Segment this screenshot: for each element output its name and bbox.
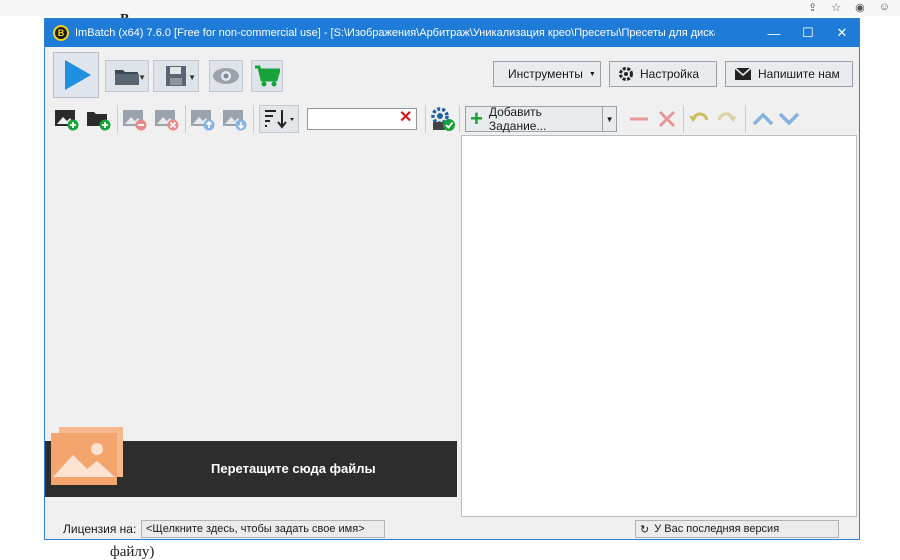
document-text-bottom: файлу) (110, 544, 155, 560)
chevron-up-icon (752, 112, 774, 126)
tools-label: Инструменты (508, 67, 583, 81)
star-icon[interactable]: ☆ (831, 1, 841, 14)
profile-icon[interactable]: ☺ (879, 1, 890, 13)
add-images-button[interactable] (53, 105, 81, 133)
image-down-icon (223, 110, 247, 131)
add-task-button[interactable]: + Добавить Задание... ▼ (465, 105, 617, 133)
version-status: ↻ У Вас последняя версия (635, 520, 839, 538)
eye-icon (213, 68, 239, 84)
move-up-image-button[interactable] (189, 105, 217, 133)
add-task-label: Добавить Задание... (488, 105, 547, 133)
minimize-button[interactable]: — (757, 19, 791, 47)
refresh-icon: ↻ (640, 523, 650, 536)
window-controls: — ☐ ✕ (757, 19, 859, 47)
status-bar: Лицензия на: <Щелкните здесь, чтобы зада… (45, 519, 859, 539)
cart-icon (255, 65, 280, 87)
chevron-down-icon (778, 112, 800, 126)
move-task-down-button[interactable] (775, 105, 803, 133)
close-button[interactable]: ✕ (825, 19, 859, 47)
window-title: ImBatch (x64) 7.6.0 [Free for non-commer… (75, 27, 715, 39)
main-toolbar: ▼ ▼ Инструменты ▼ Настройка Напишите нам (45, 47, 859, 101)
maximize-button[interactable]: ☐ (791, 19, 825, 47)
clear-filter-icon[interactable]: ✕ (399, 109, 412, 127)
sort-icon (265, 110, 294, 129)
clear-images-button[interactable] (153, 105, 181, 133)
remove-image-button[interactable] (121, 105, 149, 133)
add-image-icon (55, 110, 79, 131)
move-down-image-button[interactable] (221, 105, 249, 133)
app-icon: B (53, 25, 69, 41)
toolbar-separator (683, 105, 684, 133)
cart-button[interactable] (251, 60, 283, 92)
title-bar: B ImBatch (x64) 7.6.0 [Free for non-comm… (45, 19, 859, 47)
envelope-icon (734, 67, 752, 80)
extension-icon[interactable]: ◉ (855, 1, 865, 14)
file-list-panel[interactable]: Перетащите сюда файлы (45, 135, 457, 515)
process-settings-button[interactable] (429, 105, 457, 133)
contact-button[interactable]: Напишите нам (725, 61, 853, 87)
toolbar-separator (185, 105, 186, 133)
task-list-panel[interactable] (461, 135, 857, 517)
folder-icon (115, 70, 139, 85)
image-up-icon (191, 110, 215, 131)
files-toolbar: ✕ + Добавить Задание... ▼ (45, 101, 859, 135)
save-icon (166, 66, 186, 86)
license-name-field[interactable]: <Щелкните здесь, чтобы задать свое имя> (141, 520, 385, 538)
image-placeholder-icon (51, 427, 127, 488)
preview-button[interactable] (209, 60, 243, 92)
contact-label: Напишите нам (758, 67, 840, 81)
undo-icon (689, 112, 709, 122)
undo-button[interactable] (685, 105, 713, 133)
run-button[interactable] (53, 52, 99, 98)
plus-icon: + (470, 106, 483, 131)
redo-button[interactable] (713, 105, 741, 133)
license-label: Лицензия на: (63, 522, 137, 536)
toolbar-separator (253, 105, 254, 133)
open-caret-icon[interactable]: ▼ (138, 73, 146, 82)
drop-zone[interactable]: Перетащите сюда файлы (45, 427, 457, 497)
tools-caret-icon: ▼ (588, 70, 596, 78)
gear-icon (619, 67, 633, 81)
save-caret-icon[interactable]: ▼ (188, 73, 196, 82)
toolbar-separator (425, 105, 426, 133)
add-folder-button[interactable] (85, 105, 113, 133)
imbatch-window: B ImBatch (x64) 7.6.0 [Free for non-comm… (44, 18, 860, 540)
settings-check-icon (431, 107, 455, 131)
sort-button[interactable] (259, 105, 299, 133)
app-icon-letter: B (57, 28, 65, 38)
play-icon (65, 60, 91, 90)
minus-icon (630, 117, 648, 121)
remove-task-button[interactable] (625, 105, 653, 133)
delete-icon (658, 110, 676, 128)
browser-icons: ⇪ ☆ ◉ ☺ (808, 0, 890, 14)
add-task-caret-icon[interactable]: ▼ (602, 107, 616, 131)
settings-label: Настройка (640, 67, 700, 81)
share-icon[interactable]: ⇪ (808, 1, 817, 14)
remove-image-icon (123, 110, 147, 131)
toolbar-separator (117, 105, 118, 133)
clear-images-icon (155, 110, 179, 131)
settings-button[interactable]: Настройка (609, 61, 717, 87)
add-folder-icon (87, 112, 111, 131)
toolbar-separator (459, 105, 460, 133)
version-status-text: У Вас последняя версия (654, 523, 780, 535)
delete-tasks-button[interactable] (653, 105, 681, 133)
save-button[interactable]: ▼ (153, 60, 199, 92)
move-task-up-button[interactable] (749, 105, 777, 133)
toolbar-separator (745, 105, 746, 133)
drop-zone-label: Перетащите сюда файлы (211, 461, 376, 476)
tools-button[interactable]: Инструменты ▼ (493, 61, 601, 87)
redo-icon (717, 112, 737, 122)
open-button[interactable]: ▼ (105, 60, 149, 92)
